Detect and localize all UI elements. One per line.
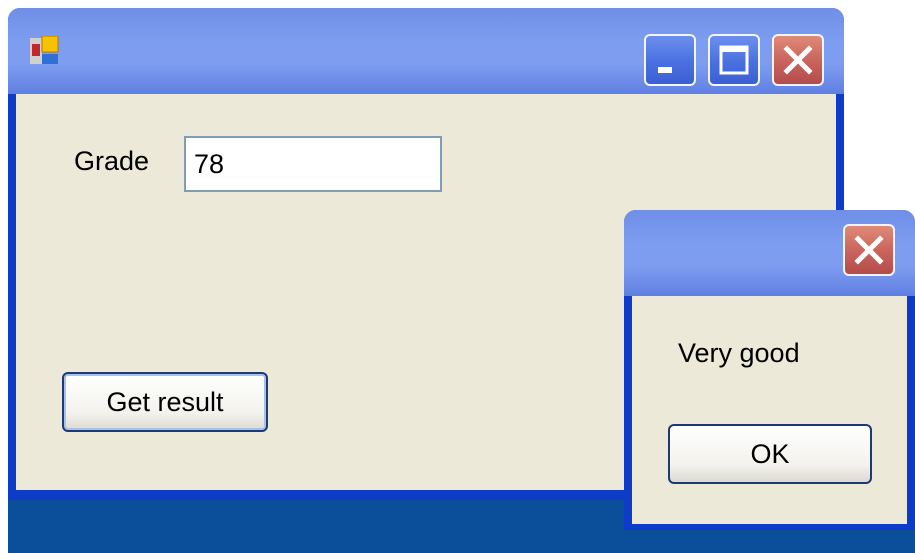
close-icon bbox=[783, 45, 813, 75]
close-button[interactable] bbox=[772, 34, 824, 86]
main-titlebar[interactable] bbox=[8, 8, 844, 94]
ok-button[interactable]: OK bbox=[668, 424, 872, 484]
grade-label: Grade bbox=[74, 146, 150, 176]
grade-input[interactable] bbox=[184, 136, 442, 192]
app-window-icon[interactable] bbox=[30, 35, 60, 66]
message-box: Very good OK bbox=[624, 210, 915, 530]
maximize-button[interactable] bbox=[708, 34, 760, 86]
get-result-button[interactable]: Get result bbox=[62, 372, 268, 432]
minimize-button[interactable] bbox=[644, 34, 696, 86]
close-icon bbox=[854, 235, 884, 265]
minimize-icon bbox=[658, 67, 672, 73]
maximize-icon bbox=[719, 45, 749, 75]
message-box-close-button[interactable] bbox=[843, 224, 895, 276]
message-text: Very good bbox=[678, 338, 800, 368]
message-box-client-area: Very good OK bbox=[632, 296, 907, 524]
message-box-titlebar[interactable] bbox=[624, 210, 915, 296]
